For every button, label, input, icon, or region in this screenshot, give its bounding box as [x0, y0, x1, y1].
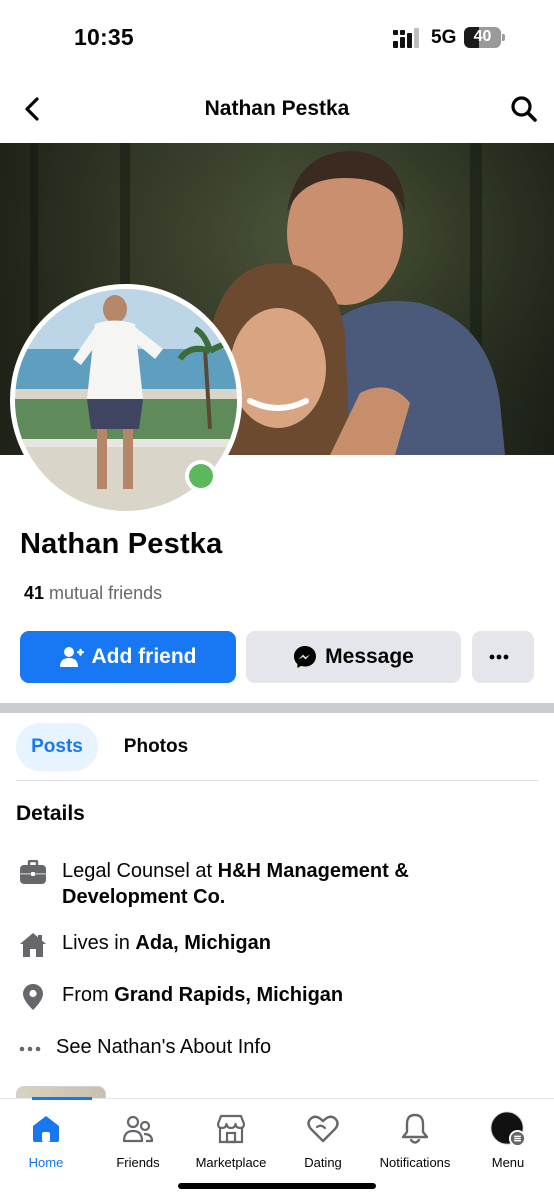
nav-friends[interactable]: Friends [88, 1111, 188, 1170]
details-heading: Details [16, 802, 85, 825]
active-tab-indicator [32, 1097, 92, 1100]
add-person-icon [59, 647, 84, 667]
house-icon [18, 930, 48, 960]
messenger-icon [294, 646, 317, 668]
lives-in-place[interactable]: Ada, Michigan [135, 932, 271, 954]
nav-marketplace[interactable]: Marketplace [181, 1111, 281, 1170]
tab-photos[interactable]: Photos [108, 723, 204, 771]
message-button[interactable]: Message [246, 631, 461, 683]
nav-marketplace-label: Marketplace [195, 1155, 267, 1170]
battery-icon: 40 [464, 27, 505, 48]
signal-icon [393, 28, 419, 48]
nav-menu-label: Menu [491, 1155, 525, 1170]
nav-friends-label: Friends [116, 1155, 160, 1170]
tabs-divider [16, 780, 538, 781]
online-status-indicator [185, 460, 217, 492]
more-horizontal-icon [18, 1034, 42, 1064]
detail-work: Legal Counsel at H&H Management & Develo… [18, 858, 538, 910]
detail-from: From Grand Rapids, Michigan [18, 982, 538, 1012]
see-about-info-label: See Nathan's About Info [56, 1036, 272, 1058]
nav-menu[interactable]: Menu [458, 1111, 554, 1170]
location-pin-icon [18, 982, 48, 1012]
mutual-friends[interactable]: 41 mutual friends [24, 583, 162, 604]
work-title: Legal Counsel at [62, 860, 218, 882]
menu-avatar-icon [490, 1111, 526, 1147]
bell-icon [397, 1111, 433, 1147]
status-bar: 10:35 5G 40 [0, 0, 554, 75]
page-title: Nathan Pestka [204, 97, 350, 120]
mutual-friends-count: 41 [24, 583, 45, 603]
nav-dating-label: Dating [304, 1155, 342, 1170]
marketplace-icon [213, 1111, 249, 1147]
nav-dating[interactable]: Dating [273, 1111, 373, 1170]
section-divider [0, 703, 554, 713]
dating-icon [305, 1111, 341, 1147]
see-about-info-link[interactable]: See Nathan's About Info [18, 1034, 538, 1064]
from-place[interactable]: Grand Rapids, Michigan [114, 984, 343, 1006]
add-friend-label: Add friend [91, 645, 197, 668]
briefcase-icon [18, 858, 48, 888]
mutual-friends-label: mutual friends [49, 583, 163, 603]
search-button[interactable] [508, 93, 540, 125]
battery-level: 40 [473, 28, 492, 45]
tab-posts[interactable]: Posts [16, 723, 98, 771]
lives-in-prefix: Lives in [62, 932, 136, 954]
nav-notifications-label: Notifications [379, 1155, 451, 1170]
nav-home-label: Home [28, 1155, 64, 1170]
message-label: Message [325, 645, 414, 668]
friends-icon [120, 1111, 156, 1147]
home-icon [28, 1111, 64, 1147]
profile-header: Nathan Pestka [0, 75, 554, 143]
profile-name: Nathan Pestka [20, 528, 223, 560]
status-time: 10:35 [74, 24, 134, 50]
search-icon [511, 96, 537, 122]
from-prefix: From [62, 984, 115, 1006]
detail-lives-in: Lives in Ada, Michigan [18, 930, 538, 960]
add-friend-button[interactable]: Add friend [20, 631, 236, 683]
nav-notifications[interactable]: Notifications [365, 1111, 465, 1170]
more-horizontal-icon [489, 654, 509, 660]
more-options-button[interactable] [472, 631, 534, 683]
nav-home[interactable]: Home [0, 1111, 96, 1170]
home-indicator [178, 1183, 376, 1189]
network-type: 5G [431, 27, 457, 48]
